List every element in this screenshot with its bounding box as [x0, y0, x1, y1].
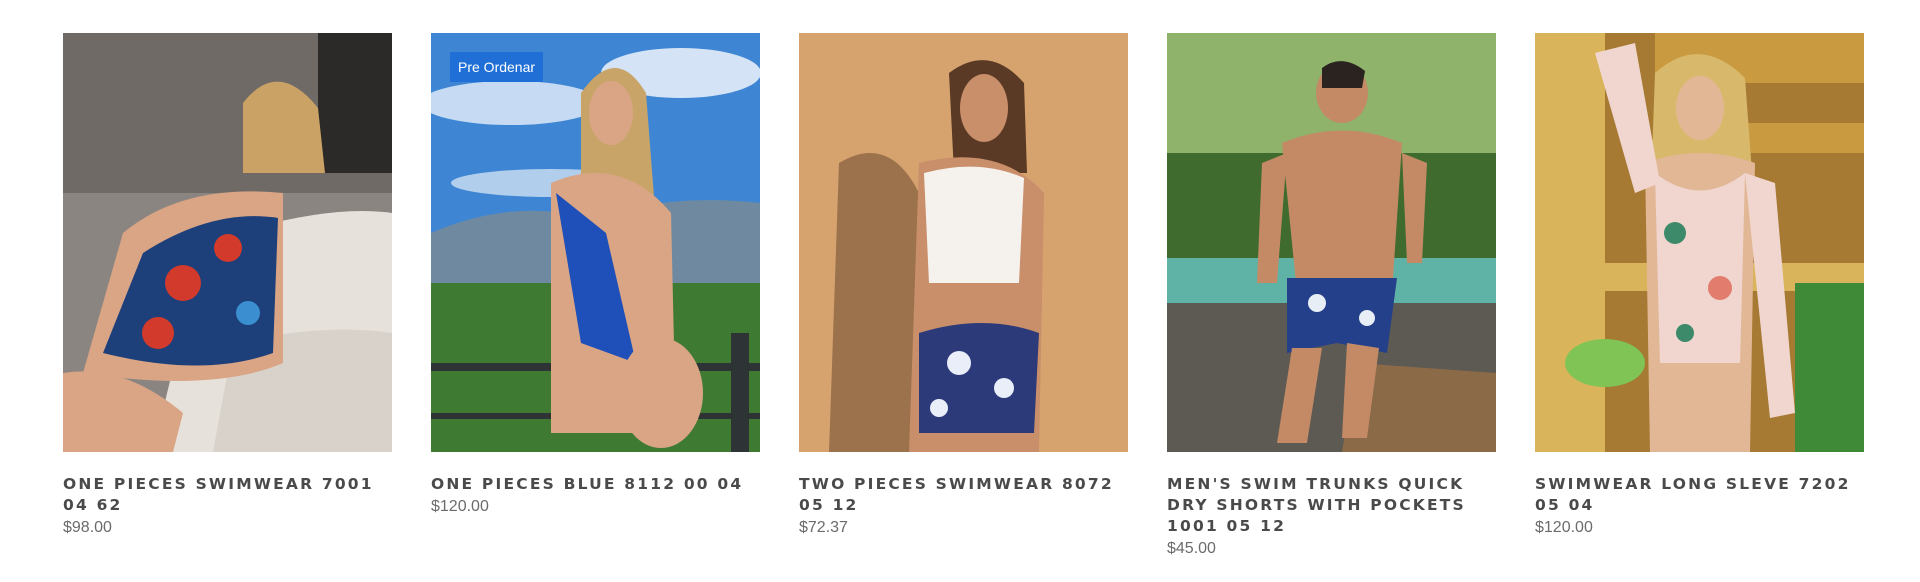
product-card[interactable]: ONE PIECES SWIMWEAR 7001 04 62 $98.00: [63, 33, 392, 558]
product-card[interactable]: SWIMWEAR LONG SLEVE 7202 05 04 $120.00: [1535, 33, 1864, 558]
product-title[interactable]: TWO PIECES SWIMWEAR 8072 05 12: [799, 474, 1128, 516]
product-photo: [1535, 33, 1864, 452]
product-photo: [431, 33, 760, 452]
product-photo: [63, 33, 392, 452]
product-photo: [799, 33, 1128, 452]
product-image[interactable]: Pre Ordenar: [431, 33, 760, 452]
product-card[interactable]: MEN'S SWIM TRUNKS QUICK DRY SHORTS WITH …: [1167, 33, 1496, 558]
product-card[interactable]: Pre Ordenar ONE PIECES BLUE 8112 00 04 $…: [431, 33, 760, 558]
product-price: $72.37: [799, 519, 848, 536]
product-title[interactable]: MEN'S SWIM TRUNKS QUICK DRY SHORTS WITH …: [1167, 474, 1496, 537]
product-image[interactable]: [1535, 33, 1864, 452]
product-price: $98.00: [63, 519, 112, 536]
product-card[interactable]: TWO PIECES SWIMWEAR 8072 05 12 $72.37: [799, 33, 1128, 558]
product-title[interactable]: ONE PIECES SWIMWEAR 7001 04 62: [63, 474, 392, 516]
product-title[interactable]: SWIMWEAR LONG SLEVE 7202 05 04: [1535, 474, 1864, 516]
pre-order-badge: Pre Ordenar: [450, 52, 544, 82]
product-photo: [1167, 33, 1496, 452]
product-title[interactable]: ONE PIECES BLUE 8112 00 04: [431, 474, 760, 495]
product-grid: ONE PIECES SWIMWEAR 7001 04 62 $98.00 Pr…: [63, 33, 1864, 558]
product-price: $45.00: [1167, 540, 1216, 557]
product-image[interactable]: [63, 33, 392, 452]
product-price: $120.00: [431, 498, 489, 515]
product-price: $120.00: [1535, 519, 1593, 536]
product-image[interactable]: [799, 33, 1128, 452]
product-image[interactable]: [1167, 33, 1496, 452]
